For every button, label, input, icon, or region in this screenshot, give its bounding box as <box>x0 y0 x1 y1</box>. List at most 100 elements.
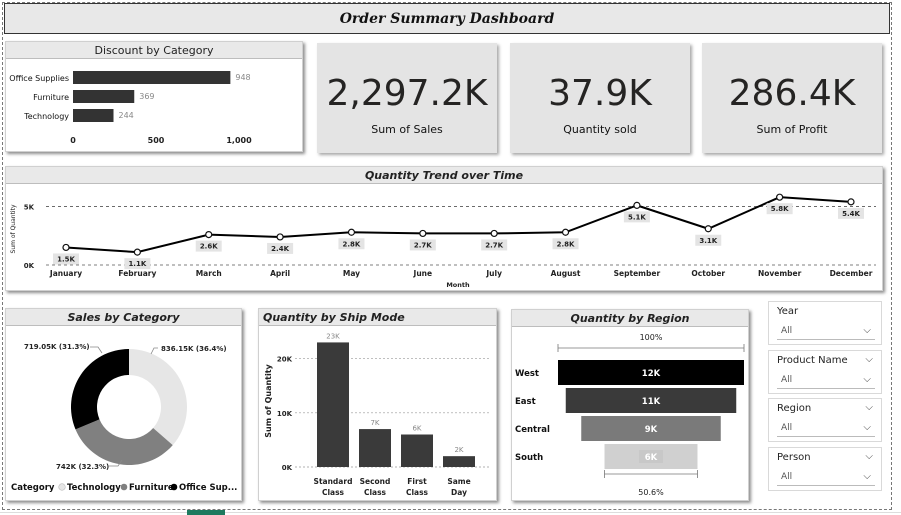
region-funnel-chart[interactable]: 100% 12K West 11K East 9K Central 6K South 50.6% <box>512 327 750 502</box>
sales-donut-chart[interactable]: 836.15K (36.4%) 742K (32.3%) 719.05K (31.3… <box>6 326 243 502</box>
y-tick-label: 0K <box>24 262 35 270</box>
kpi-profit-value: 286.4K <box>728 73 856 114</box>
kpi-card-quantity[interactable]: 37.9K Quantity sold <box>510 43 690 153</box>
data-point <box>847 198 855 206</box>
data-label: 244 <box>119 111 134 120</box>
slicer-year[interactable]: Year All ⌵ <box>768 301 882 345</box>
x-tick-label: Class <box>364 488 387 497</box>
kpi-sales-label: Sum of Sales <box>371 123 443 136</box>
data-label: 1.5K <box>57 255 75 263</box>
kpi-quantity-label: Quantity sold <box>563 123 637 136</box>
kpi-card-profit[interactable]: 286.4K Sum of Profit <box>702 43 882 153</box>
x-tick-label: December <box>830 269 873 278</box>
x-tick-label: January <box>49 269 82 278</box>
bar <box>317 342 349 467</box>
slicer-person-label: Person <box>777 452 811 463</box>
slicer-product-label: Product Name <box>777 355 848 366</box>
legend-label: Furniture <box>129 483 174 493</box>
x-tick-label: Class <box>406 488 429 497</box>
slicer-person-value: All <box>781 472 793 482</box>
data-label: 5.1K <box>628 213 646 221</box>
bar <box>401 434 433 467</box>
data-point <box>490 229 498 238</box>
slice-label: 742K (32.3%) <box>56 463 109 471</box>
quantity-trend-line-chart[interactable]: 0K 5K Sum of Quantity 1.5K January 1.1KFebrua… <box>6 184 884 292</box>
data-point <box>633 201 641 209</box>
slicer-region-dropdown[interactable]: All ⌵ <box>777 419 875 437</box>
x-tick-label: Same <box>447 477 470 486</box>
trend-chart-title: Quantity Trend over Time <box>6 167 882 184</box>
kpi-quantity-value: 37.9K <box>548 73 652 114</box>
data-point <box>561 228 570 236</box>
legend-marker <box>170 483 178 491</box>
data-label: 2.6K <box>200 243 218 251</box>
y-axis-label: Sum of Quantity <box>10 204 17 253</box>
y-tick-label: 20K <box>277 356 293 364</box>
kpi-card-sales[interactable]: 2,297.2K Sum of Sales <box>317 43 497 153</box>
data-label: 3.1K <box>699 237 717 245</box>
y-tick-label: 10K <box>277 410 293 418</box>
data-point <box>205 230 213 239</box>
quantity-trend-card[interactable]: Quantity Trend over Time 0K 5K Sum of Quan… <box>5 166 883 291</box>
ship-mode-title: Quantity by Ship Mode <box>259 309 496 326</box>
bar <box>73 109 114 122</box>
data-label: 9K <box>645 425 658 435</box>
slicer-person[interactable]: Person ⌵ All ⌵ <box>768 447 882 491</box>
chevron-down-icon: ⌵ <box>863 325 871 336</box>
region-title: Quantity by Region <box>512 310 748 327</box>
x-tick-label: Class <box>322 488 345 497</box>
region-card[interactable]: Quantity by Region 100% 12K West 11K East 9K C… <box>511 309 749 501</box>
x-tick-label: 500 <box>148 136 165 145</box>
discount-by-category-card[interactable]: Discount by Category Office Supplies 948 F… <box>5 41 303 152</box>
category-label: Central <box>515 425 550 435</box>
data-label: 948 <box>235 73 250 82</box>
category-label: East <box>515 397 536 407</box>
chevron-down-icon[interactable]: ⌵ <box>865 402 873 413</box>
data-label: 2.4K <box>271 245 289 253</box>
data-point <box>419 229 427 238</box>
chevron-down-icon: ⌵ <box>863 374 871 385</box>
slicer-year-value: All <box>781 326 793 336</box>
page-tab-indicator[interactable] <box>187 510 225 515</box>
data-label: 2.7K <box>485 241 503 249</box>
ship-mode-bar-chart[interactable]: 0K 10K 20K Sum of Quantity 23K Standard Class 7… <box>259 326 498 502</box>
data-label: 6K <box>645 453 658 463</box>
legend-label: Technology <box>67 483 121 493</box>
discount-bar-chart[interactable]: Office Supplies 948 Furniture 369 Technology… <box>6 59 304 153</box>
data-label: 1.1K <box>128 260 146 268</box>
data-label: 7K <box>370 419 379 427</box>
data-point <box>347 228 356 236</box>
slicer-region-label: Region <box>777 403 812 414</box>
slicer-year-dropdown[interactable]: All ⌵ <box>777 322 875 340</box>
slice-label: 836.15K (36.4%) <box>161 345 227 353</box>
data-label: 23K <box>326 332 340 340</box>
ship-mode-card[interactable]: Quantity by Ship Mode 0K 10K 20K Sum of Qua… <box>258 308 497 501</box>
data-label: 369 <box>139 92 154 101</box>
x-tick-label: June <box>413 269 433 278</box>
sales-by-category-card[interactable]: Sales by Category 836.15K (36.4%) 742K (3… <box>5 308 242 501</box>
category-label: West <box>515 369 539 379</box>
slicer-product-value: All <box>781 375 793 385</box>
page-footer-line <box>0 512 901 513</box>
slicer-region[interactable]: Region ⌵ All ⌵ <box>768 398 882 442</box>
x-tick-label: First <box>407 477 427 486</box>
data-label: 5.4K <box>842 210 860 218</box>
x-tick-label: April <box>270 269 290 278</box>
slicer-product-dropdown[interactable]: All ⌵ <box>777 371 875 389</box>
data-point <box>62 243 70 252</box>
chevron-down-icon: ⌵ <box>863 422 871 433</box>
chevron-down-icon[interactable]: ⌵ <box>865 354 873 365</box>
slicer-region-value: All <box>781 423 793 433</box>
sales-category-title: Sales by Category <box>6 309 241 326</box>
leader-line <box>90 346 103 354</box>
data-label: 2.7K <box>414 241 432 249</box>
legend-marker <box>120 483 128 491</box>
data-label: 2K <box>454 446 463 454</box>
slicer-person-dropdown[interactable]: All ⌵ <box>777 468 875 486</box>
legend-marker <box>58 483 66 491</box>
chevron-down-icon[interactable]: ⌵ <box>865 451 873 462</box>
trend-line <box>65 196 852 254</box>
x-tick-label: 0 <box>70 136 76 145</box>
slicer-product-name[interactable]: Product Name ⌵ All ⌵ <box>768 350 882 394</box>
y-axis-label: Sum of Quantity <box>264 363 273 437</box>
